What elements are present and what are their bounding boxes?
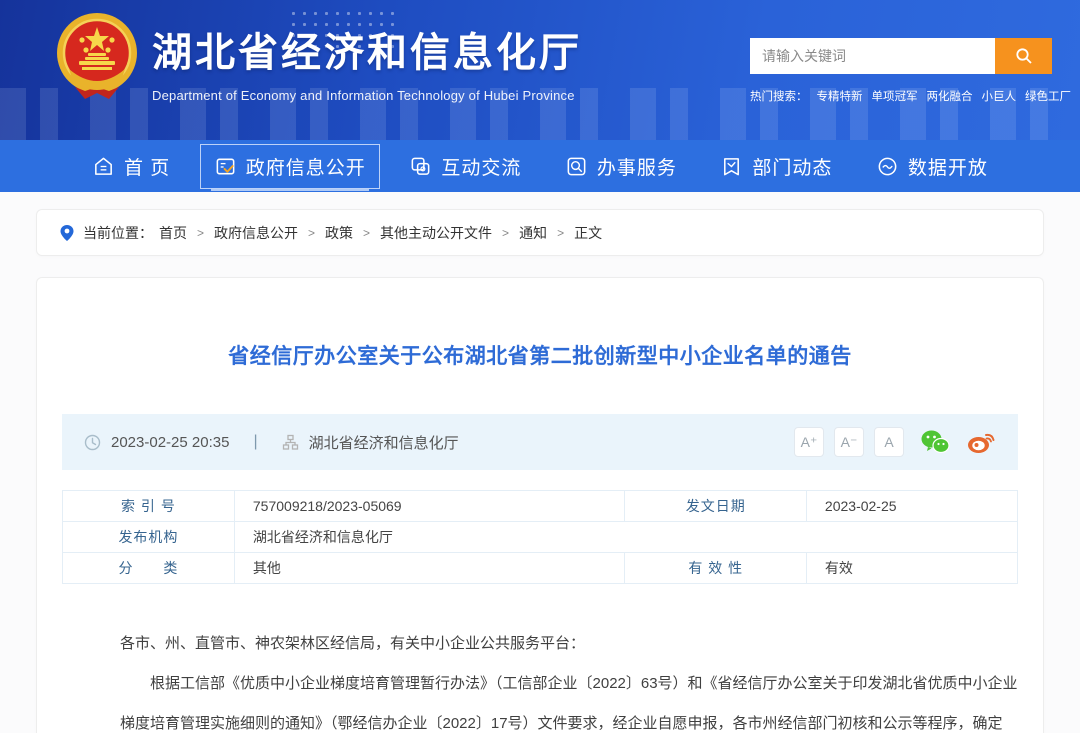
site-title: 湖北省经济和信息化厅 <box>152 20 582 78</box>
document-check-icon <box>214 155 237 178</box>
nav-item-gov-info[interactable]: 政府信息公开 <box>200 144 380 189</box>
organization-icon <box>282 434 299 451</box>
wechat-icon <box>920 429 950 455</box>
bookmark-icon <box>720 155 743 178</box>
font-reset-button[interactable]: A <box>874 427 904 457</box>
service-search-icon <box>565 155 588 178</box>
breadcrumb-link[interactable]: 通知 <box>519 223 547 243</box>
search-button[interactable] <box>995 38 1052 74</box>
breadcrumb-separator: > <box>363 226 370 240</box>
nav-item-label: 数据开放 <box>908 153 988 180</box>
breadcrumb-link[interactable]: 正文 <box>574 223 602 243</box>
search-input[interactable] <box>750 38 995 74</box>
issue-date-value: 2023-02-25 <box>806 491 1017 522</box>
nav-item-services[interactable]: 办事服务 <box>551 144 691 189</box>
share-weibo-button[interactable] <box>966 429 996 455</box>
article-card: 省经信厅办公室关于公布湖北省第二批创新型中小企业名单的通告 2023-02-25… <box>36 277 1044 733</box>
data-wave-icon <box>876 155 899 178</box>
publisher-value: 湖北省经济和信息化厅 <box>234 522 1017 553</box>
nav-item-label: 办事服务 <box>597 153 677 180</box>
breadcrumb-separator: > <box>197 226 204 240</box>
breadcrumb-link[interactable]: 首页 <box>159 223 187 243</box>
search-bar <box>750 38 1052 74</box>
main-nav: 首 页 政府信息公开 互动交流 办事服务 部门动态 <box>0 140 1080 192</box>
nav-item-label: 政府信息公开 <box>246 153 366 180</box>
nav-item-home[interactable]: 首 页 <box>78 144 184 189</box>
national-emblem-logo <box>55 9 139 109</box>
hot-search-link[interactable]: 小巨人 <box>982 88 1017 104</box>
nav-item-label: 首 页 <box>124 153 170 180</box>
breadcrumb-separator: > <box>308 226 315 240</box>
document-info-table: 索 引 号 757009218/2023-05069 发文日期 2023-02-… <box>62 490 1018 584</box>
font-larger-button[interactable]: A⁺ <box>794 427 824 457</box>
nav-item-department-news[interactable]: 部门动态 <box>706 144 846 189</box>
publish-datetime: 2023-02-25 20:35 <box>111 434 229 451</box>
article-meta-bar: 2023-02-25 20:35 | 湖北省经济和信息化厅 A⁺ A⁻ A <box>62 414 1018 470</box>
share-wechat-button[interactable] <box>920 429 950 455</box>
breadcrumb-link[interactable]: 政策 <box>325 223 353 243</box>
validity-label: 有 效 性 <box>625 553 806 584</box>
article-paragraph: 根据工信部《优质中小企业梯度培育管理暂行办法》（工信部企业〔2022〕63号）和… <box>120 664 1020 733</box>
breadcrumb: 当前位置： 首页 > 政府信息公开 > 政策 > 其他主动公开文件 > 通知 >… <box>36 209 1044 256</box>
hot-search-label: 热门搜索： <box>750 88 808 104</box>
home-icon <box>92 155 115 178</box>
breadcrumb-separator: > <box>502 226 509 240</box>
hot-search-link[interactable]: 绿色工厂 <box>1025 88 1071 104</box>
breadcrumb-link[interactable]: 政府信息公开 <box>214 223 298 243</box>
index-number-value: 757009218/2023-05069 <box>234 491 625 522</box>
clock-icon <box>84 434 101 451</box>
hot-search-link[interactable]: 专精特新 <box>817 88 863 104</box>
table-row: 索 引 号 757009218/2023-05069 发文日期 2023-02-… <box>63 491 1018 522</box>
publisher-label: 发布机构 <box>63 522 235 553</box>
hot-search-link[interactable]: 单项冠军 <box>872 88 918 104</box>
nav-item-label: 部门动态 <box>752 153 832 180</box>
article-greeting: 各市、州、直管市、神农架林区经信局，有关中小企业公共服务平台： <box>120 624 1020 664</box>
table-row: 分 类 其他 有 效 性 有效 <box>63 553 1018 584</box>
site-subtitle: Department of Economy and Information Te… <box>152 88 582 103</box>
category-label: 分 类 <box>63 553 235 584</box>
site-header: 湖北省经济和信息化厅 Department of Economy and Inf… <box>0 0 1080 140</box>
hot-search-row: 热门搜索： 专精特新 单项冠军 两化融合 小巨人 绿色工厂 <box>750 88 1052 104</box>
article-body: 各市、州、直管市、神农架林区经信局，有关中小企业公共服务平台： 根据工信部《优质… <box>120 624 1020 733</box>
meta-divider: | <box>253 433 257 451</box>
location-pin-icon <box>59 224 75 242</box>
breadcrumb-link[interactable]: 其他主动公开文件 <box>380 223 492 243</box>
breadcrumb-separator: > <box>557 226 564 240</box>
hot-search-link[interactable]: 两化融合 <box>927 88 973 104</box>
article-title: 省经信厅办公室关于公布湖北省第二批创新型中小企业名单的通告 <box>62 278 1018 370</box>
nav-item-open-data[interactable]: 数据开放 <box>862 144 1002 189</box>
chat-exchange-icon <box>409 155 432 178</box>
issue-date-label: 发文日期 <box>625 491 806 522</box>
nav-item-interaction[interactable]: 互动交流 <box>395 144 535 189</box>
search-icon <box>1015 47 1033 65</box>
table-row: 发布机构 湖北省经济和信息化厅 <box>63 522 1018 553</box>
weibo-icon <box>966 429 996 455</box>
index-number-label: 索 引 号 <box>63 491 235 522</box>
publish-source: 湖北省经济和信息化厅 <box>309 432 459 453</box>
validity-value: 有效 <box>806 553 1017 584</box>
nav-item-label: 互动交流 <box>441 153 521 180</box>
breadcrumb-label: 当前位置： <box>83 223 153 243</box>
category-value: 其他 <box>234 553 625 584</box>
font-smaller-button[interactable]: A⁻ <box>834 427 864 457</box>
